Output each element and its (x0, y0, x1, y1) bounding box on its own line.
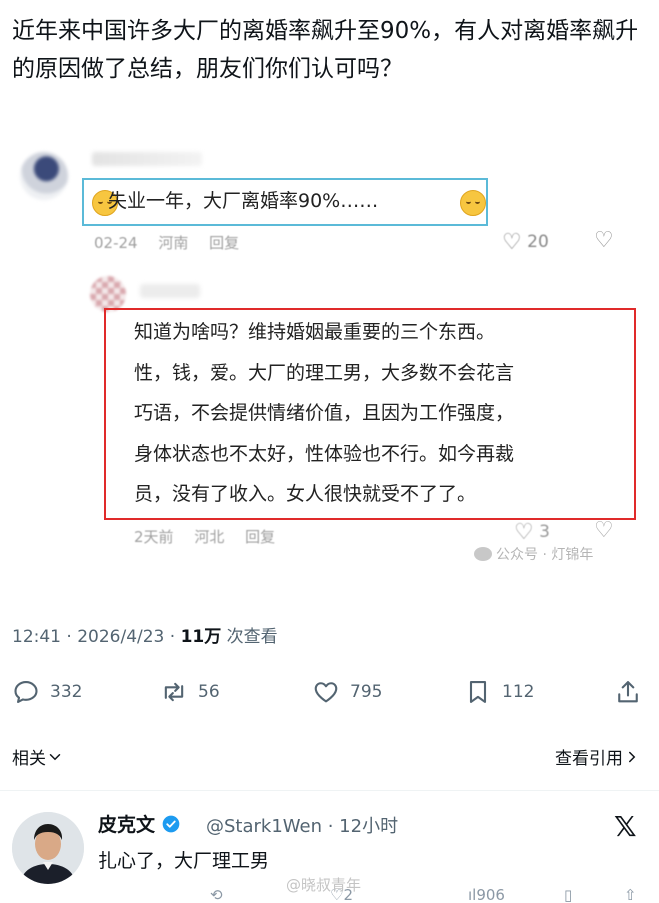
views-label: 次查看 (221, 627, 278, 647)
reply-bookmark-icon[interactable]: ▯ (564, 886, 572, 903)
view-quotes-link[interactable]: 查看引用 (555, 744, 641, 769)
comment1-like-count: 20 (527, 232, 549, 252)
verified-badge-icon (162, 815, 180, 832)
broken-heart-icon: ♡ (594, 518, 614, 543)
reply-text: 扎心了，大厂理工男 (98, 850, 270, 872)
reply-view-count: 906 (476, 886, 505, 903)
reply-views[interactable]: ıl 906 (468, 886, 505, 903)
comment2-avatar (90, 276, 126, 312)
reply-icon (14, 681, 38, 703)
comment2-line: 知道为啥吗？维持婚姻最重要的三个东西。 (134, 321, 496, 343)
comment1-text: 失业一年，大厂离婚率90%…… (108, 190, 379, 212)
reply-author[interactable]: 皮克文 (98, 810, 181, 837)
view-quotes-label: 查看引用 (555, 749, 623, 769)
views-count: 11万 (180, 627, 222, 647)
comment1-avatar (20, 152, 68, 200)
divider (0, 790, 659, 791)
heart-icon (314, 682, 338, 703)
reply-count: 332 (50, 682, 83, 702)
chevron-right-icon (629, 751, 636, 762)
comment1-like: ♡ 20 (502, 230, 549, 255)
related-row: 相关 查看引用 (0, 740, 659, 774)
comment2-line: 巧语，不会提供情绪价值，且因为工作强度， (134, 402, 515, 424)
repost-button[interactable]: 56 (160, 672, 220, 712)
comment2-meta: 2天前 河北 回复 (134, 526, 291, 547)
comment2-date: 2天前 (134, 528, 174, 546)
embedded-screenshot: 失业一年，大厂离婚率90%…… 02-24 河南 回复 ♡ 20 ♡ 知道为啥吗… (0, 130, 659, 600)
reply-button[interactable]: 332 (12, 672, 82, 712)
like-button[interactable]: 795 (312, 672, 382, 712)
related-dropdown[interactable]: 相关 (12, 744, 64, 769)
reply-handle: @Stark1Wen · 12小时 (206, 816, 399, 837)
comment2-line: 性，钱，爱。大厂的理工男，大多数不会花言 (134, 361, 515, 384)
broken-heart-icon: ♡ (594, 228, 614, 253)
wechat-icon (474, 547, 492, 561)
reply-repost-icon[interactable]: ⟲ (210, 886, 223, 903)
reply-author-name: 皮克文 (98, 814, 156, 836)
action-bar: 332 56 795 112 (0, 672, 659, 712)
post-timestamp: 12:41 · 2026/4/23 · 11万 次查看 (12, 622, 278, 647)
share-button[interactable] (614, 672, 652, 712)
comment2-text: 知道为啥吗？维持婚姻最重要的三个东西。 性，钱，爱。大厂的理工男，大多数不会花言… (134, 312, 618, 515)
weibo-watermark: @晓叔青年 (286, 876, 362, 894)
comment1-location: 河南 (158, 234, 189, 252)
repost-icon (164, 682, 184, 702)
comment2-location: 河北 (194, 528, 225, 546)
comment2-like-count: 3 (539, 522, 550, 542)
reply-share-icon[interactable]: ⇧ (624, 886, 637, 903)
chevron-down-icon (49, 753, 61, 760)
comment2-line: 员，没有了收入。女人很快就受不了了。 (134, 483, 477, 505)
comment1-meta: 02-24 河南 回复 (94, 232, 255, 253)
post-time: 12:41 · 2026/4/23 · (12, 627, 181, 647)
comment2-reply-link: 回复 (245, 528, 276, 546)
x-logo-icon: 𝕏 (614, 810, 637, 843)
comment2-like: ♡ 3 (514, 520, 550, 545)
heart-icon: ♡ (502, 230, 522, 255)
comment1-reply-link: 回复 (209, 234, 240, 252)
comment2-line: 身体状态也不太好，性体验也不行。如今再裁 (134, 442, 515, 465)
comment1-username-blurred (92, 152, 202, 166)
emoji-icon (460, 190, 486, 216)
avatar[interactable] (12, 812, 84, 884)
comment1-date: 02-24 (94, 234, 138, 252)
bookmark-icon (469, 681, 487, 703)
bookmark-count: 112 (502, 682, 535, 702)
related-label: 相关 (12, 749, 46, 769)
comment2-username-blurred (140, 284, 200, 298)
bookmark-button[interactable]: 112 (464, 672, 534, 712)
repost-count: 56 (198, 682, 220, 702)
share-icon (618, 681, 638, 703)
watermark-text: 公众号 · 灯锦年 (496, 547, 594, 563)
post-text: 近年来中国许多大厂的离婚率飙升至90%，有人对离婚率飙升的原因做了总结，朋友们你… (12, 18, 639, 82)
like-count: 795 (350, 682, 383, 702)
wechat-watermark: 公众号 · 灯锦年 (474, 544, 593, 564)
heart-icon: ♡ (514, 520, 534, 545)
avatar-photo (12, 812, 84, 884)
